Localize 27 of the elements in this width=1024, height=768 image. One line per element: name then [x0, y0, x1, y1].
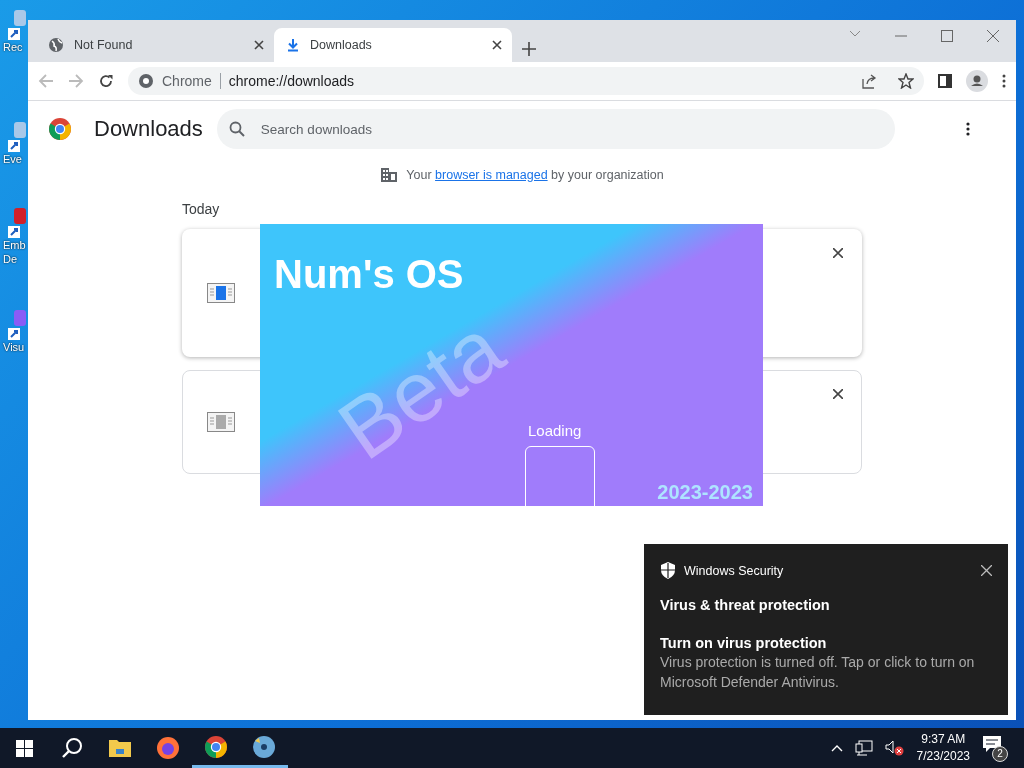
managed-link[interactable]: browser is managed [435, 168, 548, 182]
clock-time[interactable]: 9:37 AM [921, 731, 966, 748]
desktop-icon-label: De [2, 252, 18, 266]
year-range: 2023-2023 [657, 481, 753, 504]
toast-message: Virus protection is turned off. Tap or click to turn on Microsoft Defender Antivirus. [660, 653, 976, 692]
address-bar[interactable]: Chrome chrome://downloads [128, 67, 924, 95]
desktop-icon-label: Emb [2, 238, 26, 252]
search-field[interactable]: Search downloads [216, 109, 895, 149]
toast-heading: Virus & threat protection [660, 597, 831, 613]
managed-notice: Your browser is managed by your organization [406, 168, 664, 182]
toast-title: Turn on virus protection [660, 635, 828, 651]
loading-label: Loading [528, 422, 582, 439]
section-heading: Today [182, 201, 221, 217]
notification-toast[interactable]: Windows Security Virus & threat protection Turn on virus protection Virus protection is turned off. Tap or click to turn on Microsoft Defender Antivirus. [644, 544, 1008, 715]
desktop-icon-label: Visu [2, 340, 25, 354]
browser-tab[interactable]: Downloads [274, 28, 512, 62]
desktop-icon-label: Rec [2, 40, 23, 54]
app-name: Windows Security [684, 563, 784, 578]
desktop-icon-label: Eve [2, 152, 22, 166]
clock-date[interactable]: 7/23/2023 [916, 748, 970, 765]
splash-title: Num's OS [274, 252, 464, 297]
browser-tab[interactable]: Not Found [36, 28, 274, 62]
site-origin: Chrome [162, 73, 212, 89]
url-text: chrome://downloads [228, 73, 355, 89]
page-title: Downloads [94, 116, 203, 142]
action-center-button[interactable]: 2 [982, 734, 1008, 762]
beta-watermark: Beta [324, 303, 517, 474]
